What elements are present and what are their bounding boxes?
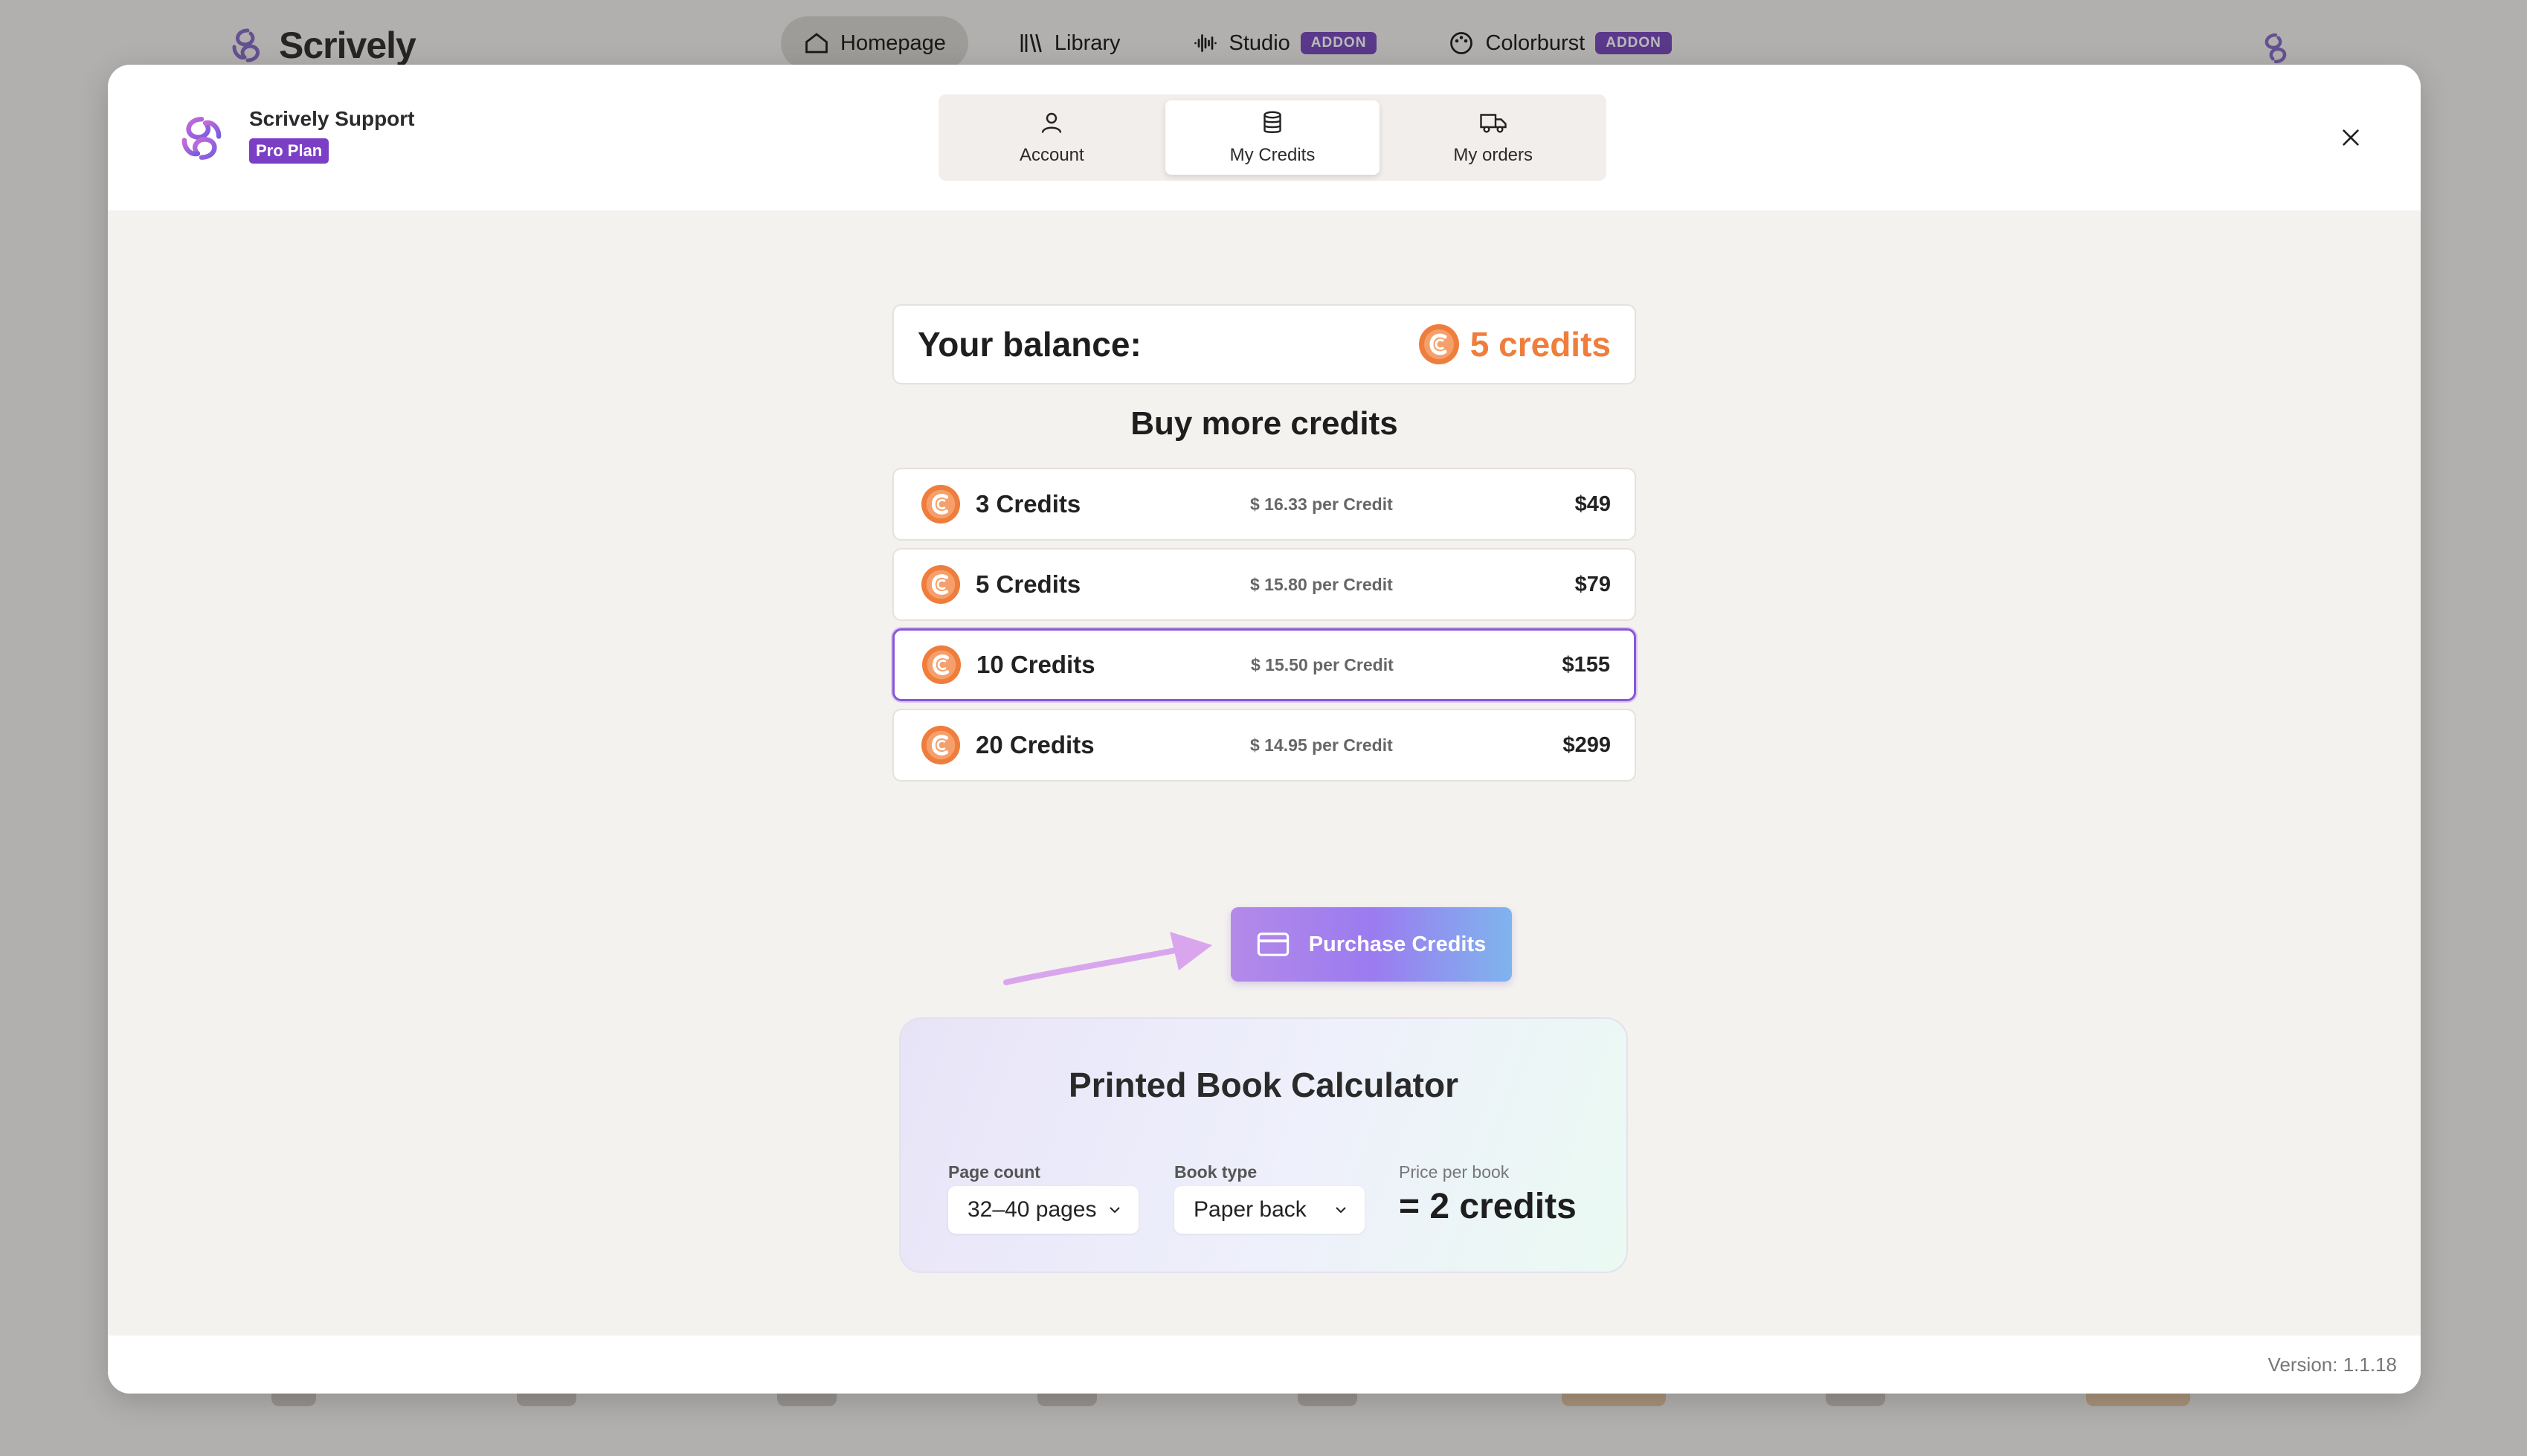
purchase-credits-button[interactable]: Purchase Credits [1231,907,1512,982]
credit-packs-list: 3 Credits $ 16.33 per Credit $49 5 Credi… [892,468,1636,782]
user-name: Scrively Support [249,107,415,130]
balance-value: 5 credits [1418,323,1611,365]
balance-card: Your balance: 5 credits [892,304,1636,384]
pack-per-credit: $ 14.95 per Credit [1250,735,1393,755]
version-text: Version: 1.1.18 [2267,1353,2397,1376]
tab-label: My orders [1453,145,1533,165]
page-count-select[interactable]: 32–40 pages [948,1186,1139,1234]
pack-per-credit: $ 16.33 per Credit [1250,494,1393,514]
tab-my-credits[interactable]: My Credits [1165,100,1380,175]
tab-label: My Credits [1229,145,1316,165]
close-button[interactable] [2328,115,2373,160]
modal-tabs: Account My Credits My orders [939,94,1606,181]
credit-coin-icon [921,564,961,605]
credit-pack-5[interactable]: 5 Credits $ 15.80 per Credit $79 [892,548,1636,621]
credit-pack-20[interactable]: 20 Credits $ 14.95 per Credit $299 [892,709,1636,782]
modal-header: Scrively Support Pro Plan Account My Cre… [108,65,2421,210]
buy-more-title: Buy more credits [1130,405,1398,442]
coins-icon [1264,111,1281,133]
tab-account[interactable]: Account [944,100,1159,175]
credit-coin-icon [1418,324,1459,364]
user-brand: Scrively Support Pro Plan [175,104,415,165]
credit-pack-10[interactable]: 10 Credits $ 15.50 per Credit $155 [892,628,1636,701]
credit-card-icon [1257,932,1289,956]
printed-book-calculator: Printed Book Calculator Page count 32–40… [899,1017,1628,1273]
book-type-value: Paper back [1194,1197,1307,1222]
pack-per-credit: $ 15.50 per Credit [1251,654,1394,674]
pack-per-credit: $ 15.80 per Credit [1250,574,1393,594]
pack-price: $155 [1562,652,1610,677]
tab-my-orders[interactable]: My orders [1385,100,1600,175]
plan-badge: Pro Plan [249,138,329,164]
pack-label: 3 Credits [976,490,1081,518]
pack-price: $49 [1574,492,1611,516]
book-type-label: Book type [1174,1162,1258,1182]
pack-label: 10 Credits [976,651,1095,678]
modal-footer: Version: 1.1.18 [108,1336,2421,1394]
close-icon [2343,129,2359,146]
page-count-label: Page count [948,1162,1040,1182]
page-count-value: 32–40 pages [968,1197,1097,1222]
credit-coin-icon [921,725,961,765]
pack-label: 20 Credits [976,731,1095,758]
pack-price: $299 [1562,732,1611,757]
credit-coin-icon [921,484,961,524]
calculator-title: Printed Book Calculator [1069,1066,1458,1104]
truck-icon [1479,114,1507,133]
pack-label: 5 Credits [976,570,1081,598]
user-icon [1042,112,1062,133]
price-per-book-label: Price per book [1399,1162,1510,1182]
pack-price: $79 [1574,572,1611,596]
book-type-select[interactable]: Paper back [1174,1186,1365,1234]
user-info: Scrively Support Pro Plan [249,104,415,164]
tab-label: Account [1019,145,1084,165]
credits-content: Your balance: 5 credits Buy more credits… [108,210,2421,1333]
account-modal: Scrively Support Pro Plan Account My Cre… [108,65,2421,1394]
credit-coin-icon [921,645,962,685]
price-per-book-value: = 2 credits [1399,1187,1577,1226]
purchase-credits-label: Purchase Credits [1308,932,1487,956]
pointer-arrow-icon [1003,932,1212,985]
chevron-down-icon [1336,1207,1346,1214]
balance-amount: 5 credits [1469,325,1611,364]
chevron-down-icon [1110,1207,1120,1214]
scrively-logo-icon [181,117,222,160]
credit-pack-3[interactable]: 3 Credits $ 16.33 per Credit $49 [892,468,1636,541]
balance-label: Your balance: [918,325,1142,364]
